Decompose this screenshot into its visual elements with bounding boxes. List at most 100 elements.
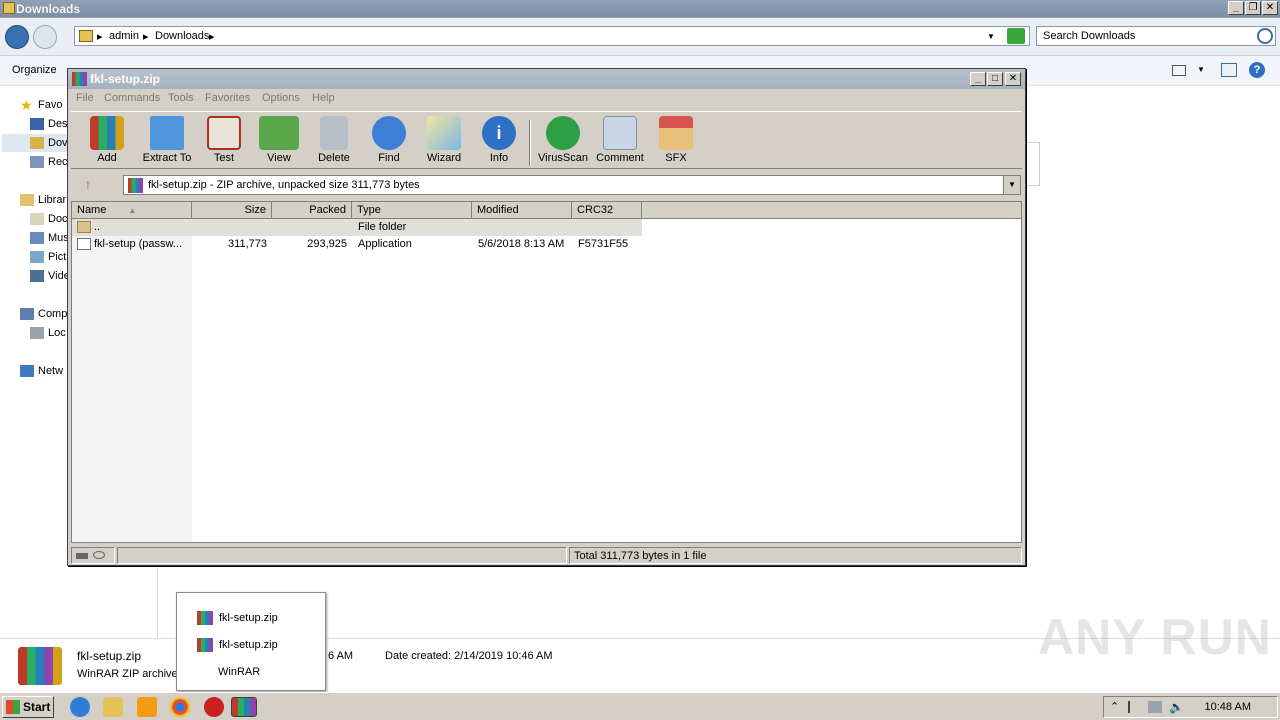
cell-name: .. xyxy=(94,221,101,233)
menu-favorites[interactable]: Favorites xyxy=(205,92,250,104)
column-name[interactable]: Name ▲ xyxy=(72,202,192,219)
nav-music[interactable]: Mus xyxy=(30,229,69,247)
chrome-icon[interactable] xyxy=(170,697,190,717)
status-drive-panel[interactable] xyxy=(71,547,115,564)
column-modified[interactable]: Modified xyxy=(472,202,572,219)
popup-item-label: fkl-setup.zip xyxy=(219,612,278,624)
restore-button[interactable]: ❐ xyxy=(1245,1,1261,15)
view-book-icon xyxy=(259,116,299,150)
preview-pane-icon[interactable] xyxy=(1221,63,1237,77)
find-button[interactable]: Find xyxy=(359,116,419,168)
back-button[interactable] xyxy=(5,25,29,49)
refresh-icon[interactable] xyxy=(1007,28,1025,44)
close-button[interactable]: ✕ xyxy=(1262,1,1278,15)
media-player-icon[interactable] xyxy=(137,697,157,717)
winrar-icon xyxy=(72,72,87,86)
chevron-right-icon: ▸ xyxy=(97,31,103,43)
wizard-button[interactable]: Wizard xyxy=(414,116,474,168)
column-filler xyxy=(642,202,1021,219)
popup-item-fkl-setup-1[interactable]: fkl-setup.zip xyxy=(197,609,278,627)
forward-button[interactable] xyxy=(33,25,57,49)
clock[interactable]: 10:48 AM xyxy=(1205,701,1251,713)
column-type[interactable]: Type xyxy=(352,202,472,219)
help-icon[interactable]: ? xyxy=(1249,62,1265,78)
up-arrow-icon[interactable]: ↑ xyxy=(77,177,99,193)
nav-recent[interactable]: Rec xyxy=(30,153,68,171)
nav-desktop[interactable]: Des xyxy=(30,115,68,133)
breadcrumb-downloads[interactable]: Downloads xyxy=(155,30,209,42)
column-packed[interactable]: Packed xyxy=(272,202,352,219)
nav-videos[interactable]: Vide xyxy=(30,267,70,285)
table-row[interactable]: fkl-setup (passw... 311,773 293,925 Appl… xyxy=(72,236,642,253)
chevron-down-icon[interactable]: ▼ xyxy=(1003,176,1020,194)
cell-modified: 5/6/2018 8:13 AM xyxy=(478,238,565,250)
winrar-statusbar: Total 311,773 bytes in 1 file xyxy=(71,547,1022,565)
archive-icon xyxy=(128,178,143,193)
winrar-taskbar-icon[interactable] xyxy=(231,697,257,717)
nav-label: Librar xyxy=(38,194,67,206)
close-button[interactable]: ✕ xyxy=(1005,72,1021,86)
tool-label: Info xyxy=(489,152,509,164)
search-icon[interactable] xyxy=(1257,28,1273,44)
tool-label: Delete xyxy=(318,152,350,164)
nav-libraries[interactable]: Librar xyxy=(20,191,66,209)
menu-commands[interactable]: Commands xyxy=(104,92,160,104)
comment-button[interactable]: Comment xyxy=(590,116,650,168)
nav-computer[interactable]: Comp xyxy=(20,305,67,323)
tool-label: Wizard xyxy=(426,152,462,164)
magnifier-icon xyxy=(372,116,406,150)
search-input[interactable]: Search Downloads xyxy=(1036,26,1276,46)
nav-pictures[interactable]: Pict xyxy=(30,248,66,266)
nav-documents[interactable]: Doc xyxy=(30,210,68,228)
nav-network[interactable]: Netw xyxy=(20,362,63,380)
minimize-button[interactable]: _ xyxy=(970,72,986,86)
popup-item-fkl-setup-2[interactable]: fkl-setup.zip xyxy=(197,636,278,654)
desktop-icon xyxy=(30,118,44,130)
extract-to-button[interactable]: Extract To xyxy=(136,116,198,168)
menu-file[interactable]: File xyxy=(76,92,94,104)
address-input[interactable]: ▸ admin ▸ Downloads ▸ ▼ xyxy=(74,26,1030,46)
sfx-button[interactable]: SFX xyxy=(646,116,706,168)
menu-options[interactable]: Options xyxy=(262,92,300,104)
wand-icon xyxy=(427,116,461,150)
cell-type: Application xyxy=(358,238,412,250)
test-button[interactable]: Test xyxy=(194,116,254,168)
volume-icon[interactable]: 🔈 xyxy=(1169,700,1184,714)
internet-explorer-icon[interactable] xyxy=(70,697,90,717)
archive-path-combo[interactable]: fkl-setup.zip - ZIP archive, unpacked si… xyxy=(123,175,1021,195)
chevron-up-icon[interactable]: ⌃ xyxy=(1110,700,1119,713)
menu-tools[interactable]: Tools xyxy=(168,92,194,104)
info-button[interactable]: i Info xyxy=(469,116,529,168)
nav-favorites[interactable]: ★ Favo xyxy=(20,96,62,114)
cell-type: File folder xyxy=(358,221,407,233)
menu-help[interactable]: Help xyxy=(312,92,335,104)
nav-local-disk[interactable]: Loc xyxy=(30,324,66,342)
status-left-panel xyxy=(117,547,567,564)
add-icon xyxy=(90,116,124,150)
add-button[interactable]: Add xyxy=(77,116,137,168)
start-button[interactable]: Start xyxy=(2,696,54,718)
virusscan-button[interactable]: VirusScan xyxy=(533,116,593,168)
anyrun-watermark: ANY RUN xyxy=(1038,609,1272,665)
column-size[interactable]: Size xyxy=(192,202,272,219)
chevron-down-icon[interactable]: ▼ xyxy=(987,32,995,41)
table-row[interactable]: .. File folder xyxy=(72,219,642,236)
maximize-button[interactable]: □ xyxy=(987,72,1003,86)
tool-label: View xyxy=(267,152,291,164)
view-icon[interactable] xyxy=(1172,65,1186,76)
breadcrumb-admin[interactable]: admin xyxy=(109,30,139,42)
minimize-button[interactable]: _ xyxy=(1228,1,1244,15)
chevron-down-icon[interactable]: ▼ xyxy=(1197,65,1205,74)
column-label: Name xyxy=(77,204,107,216)
popup-item-winrar[interactable]: WinRAR xyxy=(218,663,260,681)
view-button[interactable]: View xyxy=(249,116,309,168)
flag-icon[interactable] xyxy=(1128,701,1140,713)
column-crc32[interactable]: CRC32 xyxy=(572,202,642,219)
explorer-folder-icon[interactable] xyxy=(103,697,123,717)
chevron-right-icon: ▸ xyxy=(143,31,149,43)
trash-icon xyxy=(320,116,348,150)
opera-icon[interactable] xyxy=(204,697,224,717)
network-tray-icon[interactable] xyxy=(1148,701,1162,713)
organize-button[interactable]: Organize xyxy=(12,64,57,76)
delete-button[interactable]: Delete xyxy=(304,116,364,168)
